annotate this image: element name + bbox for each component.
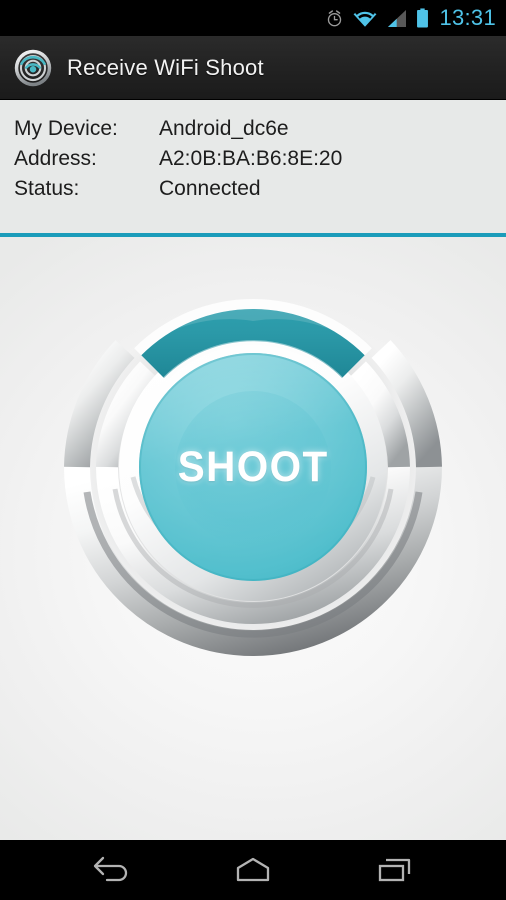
address-label: Address: bbox=[14, 147, 97, 170]
back-arrow-icon bbox=[93, 856, 128, 882]
status-bar-icons bbox=[325, 8, 429, 28]
main-content-area: SHOOT bbox=[0, 237, 506, 840]
recent-apps-icon bbox=[378, 858, 411, 882]
device-value: Android_dc6e bbox=[159, 117, 289, 140]
device-label: My Device: bbox=[14, 117, 118, 140]
battery-icon bbox=[417, 8, 429, 28]
info-row-status: Status: Connected bbox=[14, 177, 506, 201]
address-value: A2:0B:BA:B6:8E:20 bbox=[159, 147, 343, 170]
status-bar: 13:31 bbox=[0, 0, 506, 36]
action-bar: Receive WiFi Shoot bbox=[0, 36, 506, 100]
cellular-signal-icon bbox=[388, 9, 407, 27]
back-button[interactable] bbox=[75, 847, 147, 893]
status-value: Connected bbox=[159, 177, 261, 200]
info-row-device: My Device: Android_dc6e bbox=[14, 117, 506, 141]
wifi-icon bbox=[353, 8, 377, 27]
shoot-button-graphic bbox=[64, 299, 442, 657]
action-bar-title: Receive WiFi Shoot bbox=[67, 54, 264, 80]
status-label: Status: bbox=[14, 177, 80, 200]
alarm-clock-icon bbox=[328, 9, 342, 26]
navigation-bar bbox=[0, 840, 506, 900]
home-icon bbox=[236, 857, 270, 882]
status-bar-clock: 13:31 bbox=[439, 5, 496, 30]
shoot-button[interactable]: SHOOT bbox=[63, 277, 443, 657]
wifi-radar-app-icon bbox=[14, 49, 52, 86]
recent-apps-button[interactable] bbox=[359, 847, 431, 893]
home-button[interactable] bbox=[217, 847, 289, 893]
device-info-panel: My Device: Android_dc6e Address: A2:0B:B… bbox=[0, 100, 506, 236]
android-screen: 13:31 Receive WiFi Shoot My Device: Andr… bbox=[0, 0, 506, 900]
info-row-address: Address: A2:0B:BA:B6:8E:20 bbox=[14, 147, 506, 171]
